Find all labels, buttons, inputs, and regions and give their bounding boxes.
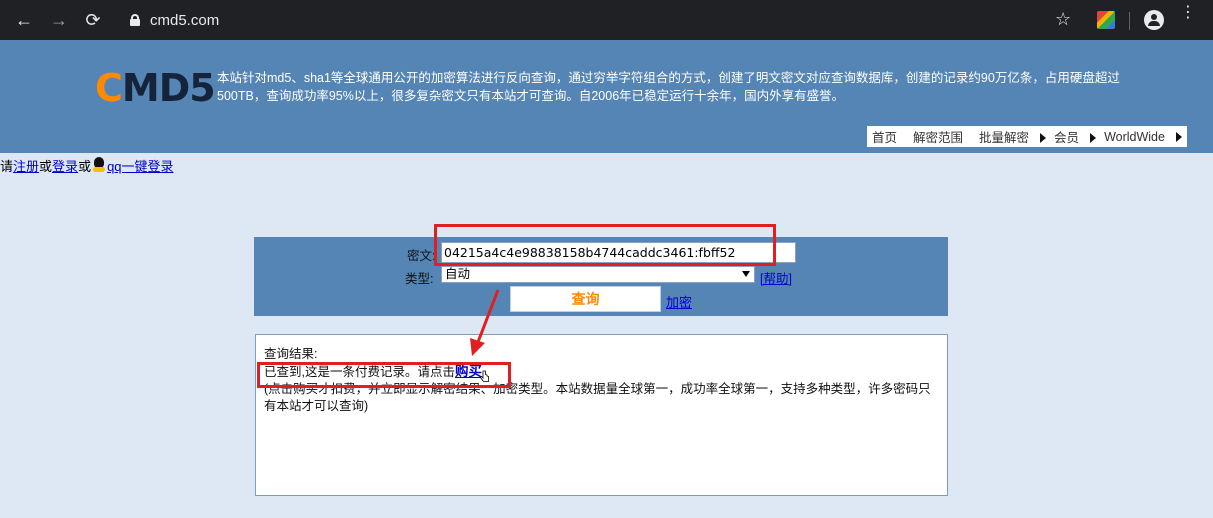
browser-toolbar: ← → ⟳ cmd5.com ☆ ⋮ bbox=[0, 0, 1213, 40]
site-intro: 本站针对md5、sha1等全球通用公开的加密算法进行反向查询，通过穷举字符组合的… bbox=[217, 71, 1120, 103]
nav-item-worldwide[interactable]: WorldWide bbox=[1104, 130, 1182, 144]
extension-icon[interactable] bbox=[1097, 11, 1115, 29]
lock-icon bbox=[130, 14, 140, 26]
result-heading: 查询结果: bbox=[264, 347, 318, 361]
encrypt-link[interactable]: 加密 bbox=[666, 292, 692, 311]
annotation-box-cipher bbox=[434, 224, 776, 266]
bookmark-star-icon[interactable]: ☆ bbox=[1055, 9, 1071, 30]
login-prefix: 请 bbox=[0, 158, 14, 174]
login-bar: 请注册或登录或 qq一键登录 bbox=[0, 155, 174, 175]
register-link[interactable]: 注册 bbox=[13, 156, 39, 175]
nav-item-range[interactable]: 解密范围 bbox=[913, 127, 971, 146]
caret-right-icon bbox=[1040, 133, 1047, 143]
toolbar-divider bbox=[1129, 12, 1130, 30]
back-icon[interactable]: ← bbox=[12, 8, 36, 32]
annotation-box-result bbox=[257, 362, 511, 388]
caret-right-icon bbox=[1090, 133, 1097, 143]
type-select[interactable]: 自动 bbox=[441, 266, 755, 283]
top-nav: 首页 解密范围 批量解密 会员 WorldWide bbox=[867, 126, 1187, 147]
site-logo[interactable]: CMD5 bbox=[95, 66, 216, 110]
account-icon[interactable] bbox=[1144, 10, 1164, 30]
browser-menu-icon[interactable]: ⋮ bbox=[1180, 5, 1196, 21]
login-link[interactable]: 登录 bbox=[52, 156, 78, 175]
help-link[interactable]: [帮助] bbox=[760, 268, 792, 287]
forward-icon[interactable]: → bbox=[47, 8, 71, 32]
nav-item-home[interactable]: 首页 bbox=[872, 127, 905, 146]
address-bar[interactable]: cmd5.com bbox=[112, 5, 1092, 35]
dropdown-arrow-icon bbox=[742, 271, 750, 277]
type-label: 类型: bbox=[405, 272, 434, 286]
query-button[interactable]: 查询 bbox=[510, 286, 661, 312]
qq-icon bbox=[92, 157, 106, 173]
nav-item-batch[interactable]: 批量解密 bbox=[979, 127, 1047, 146]
login-or: 或 bbox=[78, 158, 92, 174]
cipher-label: 密文: bbox=[407, 249, 436, 263]
hand-cursor-icon bbox=[480, 370, 489, 382]
address-url: cmd5.com bbox=[150, 11, 220, 29]
reload-icon[interactable]: ⟳ bbox=[81, 8, 105, 32]
nav-item-member[interactable]: 会员 bbox=[1054, 127, 1097, 146]
qq-login-link[interactable]: qq一键登录 bbox=[107, 156, 173, 175]
login-or: 或 bbox=[39, 158, 53, 174]
caret-right-icon bbox=[1175, 131, 1182, 142]
result-panel: 查询结果: 已查到,这是一条付费记录。请点击购买 (点击购买才扣费，并立即显示解… bbox=[255, 334, 948, 496]
